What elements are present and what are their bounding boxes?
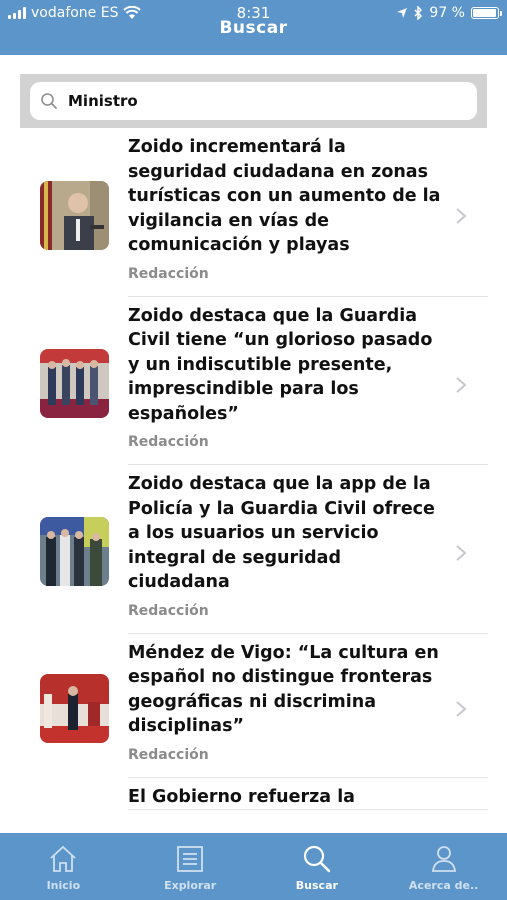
article-author: Redacción xyxy=(128,602,209,619)
results-list: Zoido incrementará la seguridad ciudadan… xyxy=(0,128,507,833)
chevron-right-icon xyxy=(456,545,467,561)
tab-label: Buscar xyxy=(295,879,338,892)
article-thumbnail xyxy=(40,181,109,250)
search-icon xyxy=(303,845,331,873)
tab-label: Inicio xyxy=(46,879,81,892)
list-item[interactable]: Méndez de Vigo: “La cultura en español n… xyxy=(0,634,507,778)
article-thumbnail xyxy=(40,517,109,586)
article-content: Zoido destaca que la app de la Policía y… xyxy=(128,465,488,634)
tab-label: Acerca de.. xyxy=(408,879,479,892)
person-icon xyxy=(431,846,456,872)
tab-buscar[interactable]: Buscar xyxy=(254,833,381,900)
tab-bar: Inicio Explorar Buscar Acerca de.. xyxy=(0,833,507,900)
article-thumbnail xyxy=(40,673,109,743)
list-item[interactable]: Zoido incrementará la seguridad ciudadan… xyxy=(0,128,507,297)
chevron-right-icon xyxy=(456,376,467,393)
search-field[interactable] xyxy=(30,82,477,120)
tab-inicio[interactable]: Inicio xyxy=(0,833,127,900)
search-icon xyxy=(41,93,57,109)
article-content: El Gobierno refuerza la xyxy=(128,778,488,810)
article-content: Zoido incrementará la seguridad ciudadan… xyxy=(128,128,488,297)
list-item[interactable]: Zoido destaca que la app de la Policía y… xyxy=(0,465,507,634)
article-headline[interactable]: Zoido destaca que la app de la Policía y… xyxy=(128,465,488,595)
article-headline[interactable]: Zoido incrementará la seguridad ciudadan… xyxy=(128,128,488,258)
article-content: Méndez de Vigo: “La cultura en español n… xyxy=(128,634,488,778)
tab-acerca[interactable]: Acerca de.. xyxy=(380,833,507,900)
list-item[interactable]: El Gobierno refuerza la xyxy=(0,778,507,810)
tab-explorar[interactable]: Explorar xyxy=(127,833,254,900)
article-author: Redacción xyxy=(128,265,209,282)
article-headline[interactable]: Méndez de Vigo: “La cultura en español n… xyxy=(128,634,488,739)
article-headline[interactable]: El Gobierno refuerza la xyxy=(128,778,488,810)
article-author: Redacción xyxy=(128,746,209,763)
article-thumbnail xyxy=(40,348,109,418)
top-bar: vodafone ES 8:31 97 % Buscar xyxy=(0,0,507,55)
list-icon xyxy=(177,846,204,872)
article-headline[interactable]: Zoido destaca que la Guardia Civil tiene… xyxy=(128,297,488,427)
chevron-right-icon xyxy=(456,208,467,224)
page-title: Buscar xyxy=(219,18,288,38)
list-item[interactable]: Zoido destaca que la Guardia Civil tiene… xyxy=(0,297,507,465)
search-bar xyxy=(20,74,487,128)
article-content: Zoido destaca que la Guardia Civil tiene… xyxy=(128,297,488,465)
search-input[interactable] xyxy=(66,91,450,111)
article-author: Redacción xyxy=(128,434,209,450)
chevron-right-icon xyxy=(456,700,467,717)
home-icon xyxy=(50,845,76,872)
tab-label: Explorar xyxy=(164,879,217,892)
